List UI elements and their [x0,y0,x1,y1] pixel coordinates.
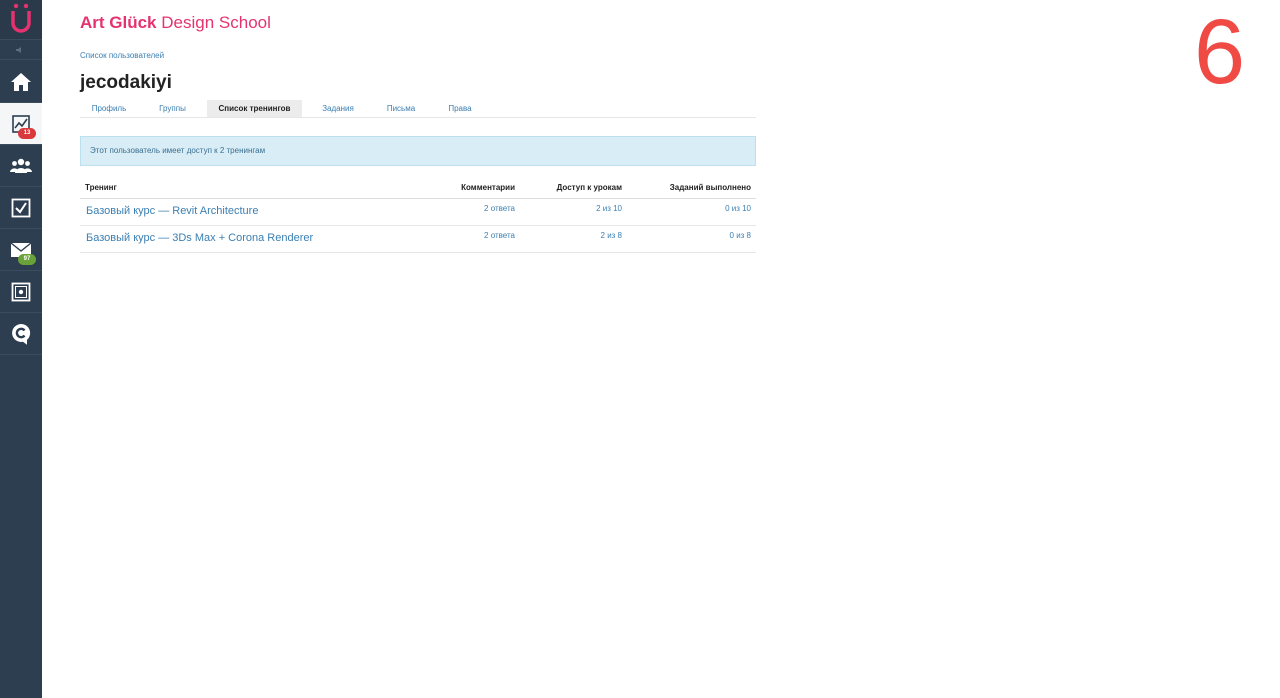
breadcrumb-users-list[interactable]: Список пользователей [80,51,164,60]
brand-name-bold: Art Glück [80,13,157,32]
table-header: Тренинг Комментарии Доступ к урокам Зада… [80,180,756,199]
sidebar-item-users[interactable] [0,145,42,187]
brand-name-rest: Design School [156,13,271,32]
logo[interactable] [0,0,42,40]
comments-link[interactable]: 2 ответа [484,231,515,240]
sidebar-item-mail[interactable]: 97 [0,229,42,271]
table-row: Базовый курс — 3Ds Max + Corona Renderer… [80,226,756,253]
trainings-badge: 13 [18,128,36,139]
user-tabs: Профиль Группы Список тренингов Задания … [80,100,756,118]
mail-badge: 97 [18,254,36,265]
training-link[interactable]: Базовый курс — 3Ds Max + Corona Renderer [86,232,313,244]
sidebar-item-home[interactable] [0,61,42,103]
sidebar-collapse[interactable] [0,40,42,60]
tasks-link[interactable]: 0 из 10 [725,204,751,213]
access-link[interactable]: 2 из 8 [601,231,622,240]
page-title: jecodakiyi [80,72,172,93]
header-comments: Комментарии [461,183,515,192]
comments-link[interactable]: 2 ответа [484,204,515,213]
checkbox-icon [11,198,31,217]
header-training: Тренинг [85,183,117,192]
header-tasks: Заданий выполнено [669,183,751,192]
u-umlaut-logo-icon [11,3,31,33]
sidebar-item-trainings[interactable]: 13 [0,103,42,145]
access-link[interactable]: 2 из 10 [596,204,622,213]
chat-c-icon [12,323,31,345]
tab-letters[interactable]: Письма [374,100,428,117]
sidebar-item-tasks[interactable] [0,187,42,229]
home-icon [11,72,31,91]
brand-logo[interactable]: Art Glück Design School [80,13,271,33]
tab-rights[interactable]: Права [428,100,492,117]
tab-trainings-list[interactable]: Список тренингов [207,100,302,117]
tab-profile[interactable]: Профиль [80,100,138,117]
tab-groups[interactable]: Группы [138,100,207,117]
sidebar-item-safe[interactable] [0,271,42,313]
sidebar: 13 97 [0,0,42,698]
speaker-icon [16,46,21,53]
sidebar-item-chat[interactable] [0,313,42,355]
training-link[interactable]: Базовый курс — Revit Architecture [86,205,258,217]
header-access: Доступ к урокам [556,183,622,192]
big-number-annotation: 6 [1194,1,1246,103]
table-row: Базовый курс — Revit Architecture 2 отве… [80,199,756,226]
tab-tasks[interactable]: Задания [302,100,374,117]
tasks-link[interactable]: 0 из 8 [730,231,751,240]
access-info-alert: Этот пользователь имеет доступ к 2 трени… [80,136,756,166]
trainings-table: Тренинг Комментарии Доступ к урокам Зада… [80,180,756,253]
users-icon [10,158,32,173]
safe-icon [11,282,31,301]
